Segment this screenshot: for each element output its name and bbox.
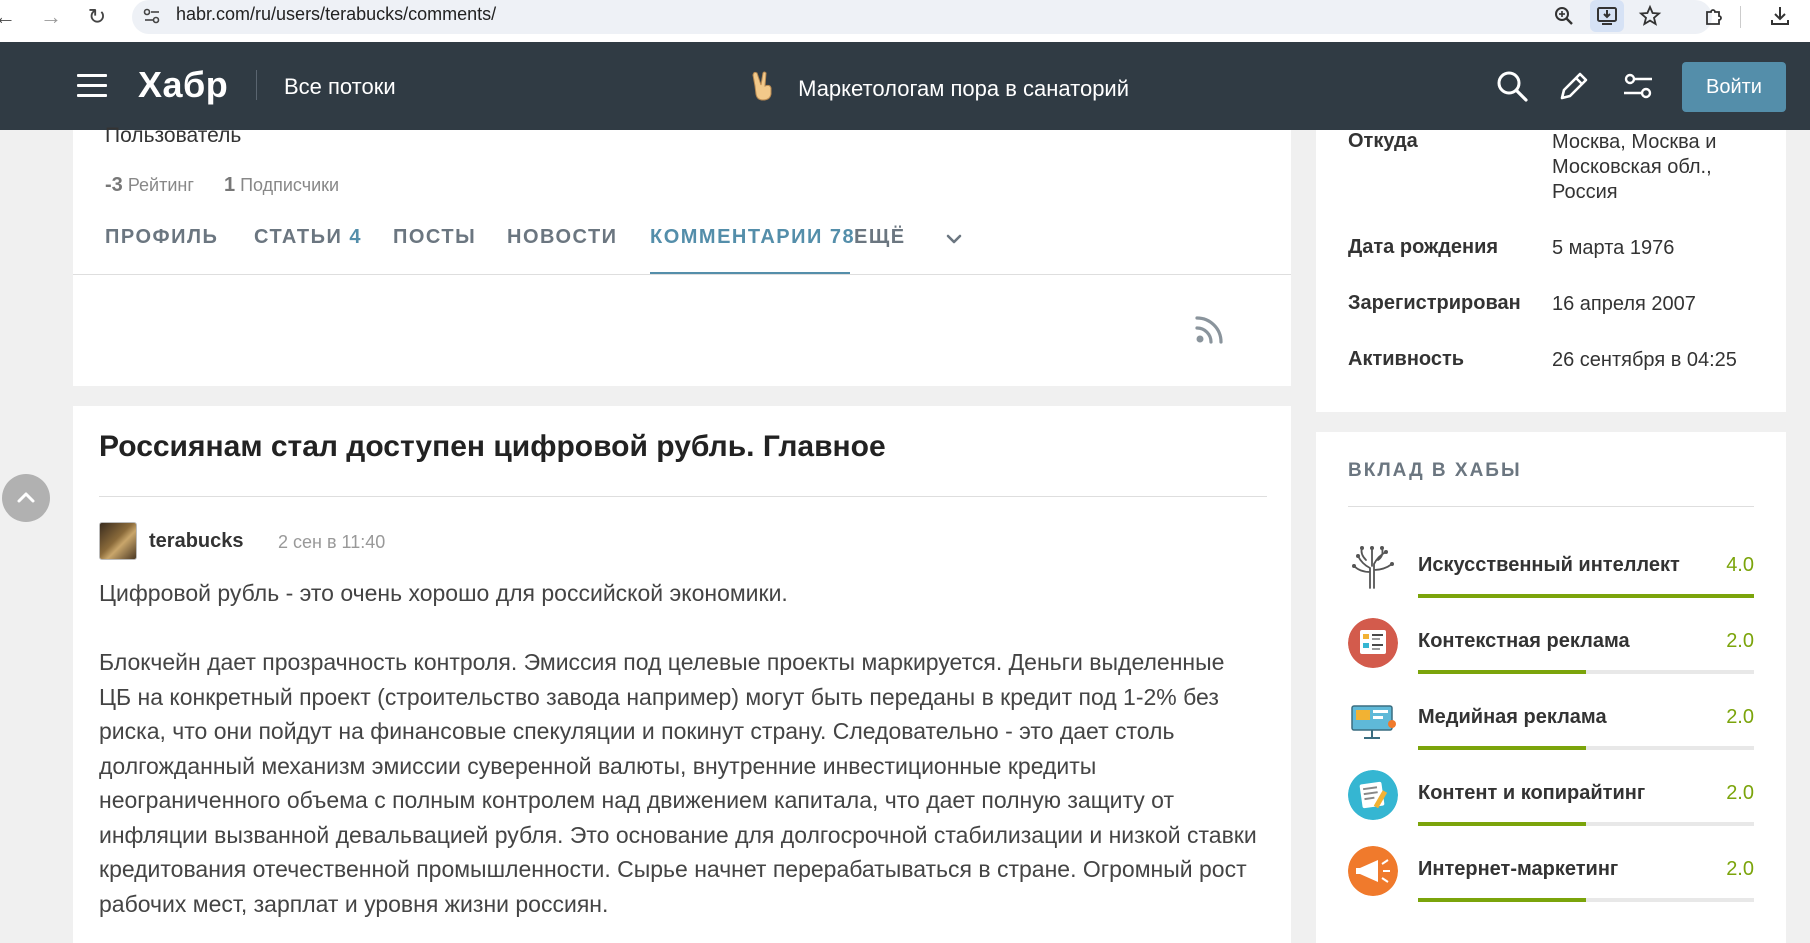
hub-item[interactable]: Контекстная реклама 2.0 xyxy=(1348,618,1754,688)
promo-link[interactable]: Маркетологам пора в санаторий xyxy=(750,70,1129,102)
extensions-icon[interactable] xyxy=(1702,4,1726,28)
menu-icon[interactable] xyxy=(77,74,107,97)
install-app-icon[interactable] xyxy=(1595,4,1619,28)
info-label: Дата рождения xyxy=(1348,236,1499,258)
internet-marketing-hub-icon xyxy=(1348,846,1398,896)
title-divider xyxy=(99,496,1267,497)
hub-item[interactable]: Медийная реклама 2.0 xyxy=(1348,694,1754,764)
search-icon[interactable] xyxy=(1494,68,1530,104)
hub-name[interactable]: Медийная реклама xyxy=(1418,706,1607,729)
hub-name[interactable]: Интернет-маркетинг xyxy=(1418,858,1618,881)
browser-toolbar: ← → ↻ habr.com/ru/users/terabucks/commen… xyxy=(0,0,1810,42)
tabs-divider xyxy=(73,274,1291,275)
rating-label: Рейтинг xyxy=(127,175,194,195)
comment-author[interactable]: terabucks xyxy=(149,530,244,553)
avatar[interactable] xyxy=(99,522,137,560)
hub-progress xyxy=(1418,822,1754,826)
info-label: Активность xyxy=(1348,348,1465,370)
comment-body: Цифровой рубль - это очень хорошо для ро… xyxy=(99,576,1259,943)
scroll-to-top-button[interactable] xyxy=(2,474,50,522)
chevron-down-icon[interactable] xyxy=(943,228,965,250)
site-info-icon[interactable] xyxy=(142,6,162,26)
toolbar-divider xyxy=(1740,6,1741,28)
site-header: Хабр Все потоки Маркетологам пора в сана… xyxy=(0,42,1810,130)
promo-text: Маркетологам пора в санаторий xyxy=(798,76,1130,101)
chevron-up-icon xyxy=(17,492,35,503)
hub-progress xyxy=(1418,898,1754,902)
content-copywriting-hub-icon xyxy=(1348,770,1398,820)
rating-value: -3 xyxy=(105,174,123,196)
user-info-card: Откуда Москва, Москва и Московская обл.,… xyxy=(1316,130,1786,412)
ai-hub-icon xyxy=(1352,546,1394,589)
hubs-divider xyxy=(1348,506,1754,507)
pencil-icon[interactable] xyxy=(1556,68,1592,104)
hub-progress-fill xyxy=(1418,898,1586,902)
tab-articles[interactable]: СТАТЬИ 4 xyxy=(254,226,362,249)
bookmark-star-icon[interactable] xyxy=(1638,4,1662,28)
hub-item[interactable]: Контент и копирайтинг 2.0 xyxy=(1348,770,1754,840)
settings-sliders-icon[interactable] xyxy=(1620,68,1656,104)
all-flows-link[interactable]: Все потоки xyxy=(284,74,396,100)
back-icon[interactable]: ← xyxy=(0,4,18,30)
info-value: 5 марта 1976 xyxy=(1552,237,1675,259)
hubs-contribution-card: ВКЛАД В ХАБЫ Искусственный интеллект 4.0… xyxy=(1316,432,1786,943)
victory-hand-icon xyxy=(752,71,772,101)
hub-score: 2.0 xyxy=(1726,630,1754,652)
forward-icon[interactable]: → xyxy=(38,4,64,30)
hub-score: 2.0 xyxy=(1726,706,1754,728)
tab-more[interactable]: ЕЩЁ xyxy=(854,226,906,249)
rss-icon[interactable] xyxy=(1193,312,1227,346)
habr-logo[interactable]: Хабр xyxy=(138,64,228,106)
followers-value: 1 xyxy=(223,174,236,196)
tab-posts[interactable]: ПОСТЫ xyxy=(393,226,476,249)
url-text[interactable]: habr.com/ru/users/terabucks/comments/ xyxy=(176,4,496,25)
hub-progress xyxy=(1418,746,1754,750)
hub-progress-fill xyxy=(1418,594,1754,598)
reload-icon[interactable]: ↻ xyxy=(84,4,110,30)
media-ads-hub-icon xyxy=(1351,705,1396,739)
info-value[interactable]: Москва, Москва и Московская обл., Россия xyxy=(1552,130,1772,205)
info-value: 26 сентября в 04:25 xyxy=(1552,349,1737,371)
hub-name[interactable]: Искусственный интеллект xyxy=(1418,554,1680,577)
hub-score: 2.0 xyxy=(1726,782,1754,804)
hub-progress xyxy=(1418,670,1754,674)
zoom-icon[interactable] xyxy=(1552,4,1576,28)
comment-card: Россиянам стал доступен цифровой рубль. … xyxy=(73,406,1291,943)
tab-profile[interactable]: ПРОФИЛЬ xyxy=(105,226,218,249)
hub-name[interactable]: Контент и копирайтинг xyxy=(1418,782,1645,805)
tab-news[interactable]: НОВОСТИ xyxy=(507,226,618,249)
hub-progress-fill xyxy=(1418,670,1586,674)
info-label: Откуда xyxy=(1348,130,1418,152)
context-ads-hub-icon xyxy=(1348,618,1398,668)
comment-paragraph: Цифровой рубль - это очень хорошо для ро… xyxy=(99,580,788,606)
login-button[interactable]: Войти xyxy=(1682,62,1786,112)
hub-progress-fill xyxy=(1418,746,1586,750)
user-role: Пользователь xyxy=(105,124,242,147)
hubs-title: ВКЛАД В ХАБЫ xyxy=(1348,460,1522,481)
hub-progress-fill xyxy=(1418,822,1586,826)
info-label: Зарегистрирован xyxy=(1348,292,1521,314)
tab-comments[interactable]: КОММЕНТАРИИ 78 xyxy=(650,226,855,249)
profile-card: Пользователь -3 Рейтинг 1 Подписчики ПРО… xyxy=(73,124,1291,386)
download-icon[interactable] xyxy=(1768,4,1792,28)
hub-score: 2.0 xyxy=(1726,858,1754,880)
article-title[interactable]: Россиянам стал доступен цифровой рубль. … xyxy=(99,430,886,464)
info-value: 16 апреля 2007 xyxy=(1552,293,1696,315)
comment-paragraph: Блокчейн дает прозрачность контроля. Эми… xyxy=(99,649,1257,917)
hub-score: 4.0 xyxy=(1726,554,1754,576)
hub-item[interactable]: Интернет-маркетинг 2.0 xyxy=(1348,846,1754,916)
comment-date[interactable]: 2 сен в 11:40 xyxy=(278,532,385,553)
user-stats: -3 Рейтинг 1 Подписчики xyxy=(105,174,339,197)
followers-label[interactable]: Подписчики xyxy=(240,175,339,195)
hub-name[interactable]: Контекстная реклама xyxy=(1418,630,1630,653)
hub-progress xyxy=(1418,594,1754,598)
hub-item[interactable]: Искусственный интеллект 4.0 xyxy=(1348,542,1754,612)
header-divider xyxy=(256,70,257,100)
